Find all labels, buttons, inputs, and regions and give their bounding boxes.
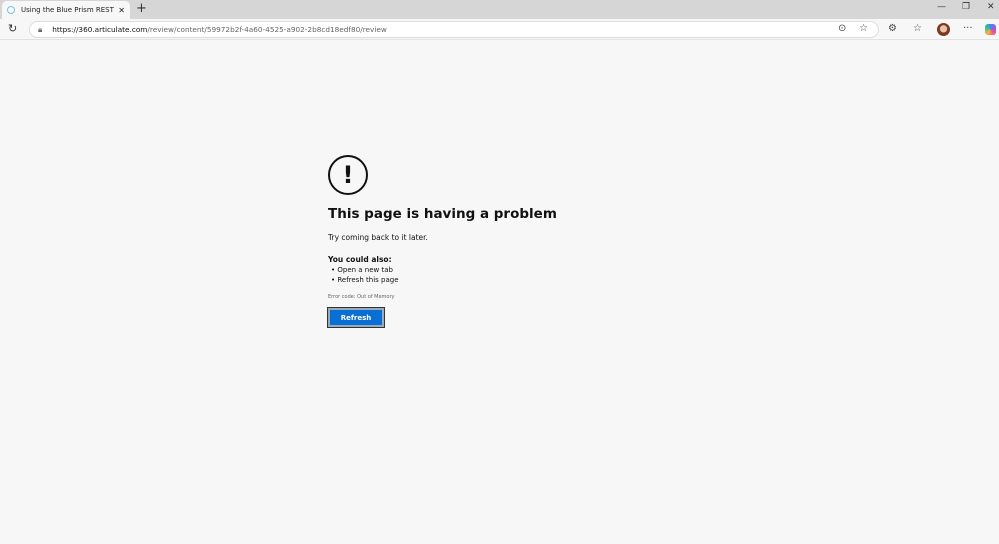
- tab-title: Using the Blue Prism RESTful API: [21, 6, 114, 14]
- refresh-button[interactable]: Refresh: [327, 307, 385, 328]
- browser-tab[interactable]: Using the Blue Prism RESTful API ✕: [2, 1, 130, 19]
- suggestion-item: Refresh this page: [328, 276, 557, 286]
- url-path: /review/content/59972b2f-4a60-4525-a902-…: [147, 25, 387, 34]
- address-bar[interactable]: 🔒︎ https://360.articulate.com/review/con…: [29, 21, 879, 38]
- copilot-icon[interactable]: [985, 24, 996, 35]
- profile-avatar[interactable]: [937, 23, 950, 36]
- suggestion-item: Open a new tab: [328, 266, 557, 276]
- favorites-icon[interactable]: ☆: [913, 23, 922, 34]
- suggestions-list: Open a new tab Refresh this page: [328, 266, 557, 285]
- error-page: ! This page is having a problem Try comi…: [327, 155, 557, 328]
- close-window-button[interactable]: ✕: [987, 2, 995, 12]
- suggestions-heading: You could also:: [328, 255, 392, 264]
- warning-icon: !: [328, 155, 368, 195]
- new-tab-button[interactable]: +: [136, 1, 147, 16]
- reload-icon[interactable]: ↻: [8, 22, 17, 35]
- extensions-icon[interactable]: ⚙: [888, 23, 897, 34]
- error-message: Try coming back to it later.: [328, 233, 428, 242]
- minimize-button[interactable]: —: [937, 2, 946, 12]
- more-menu-icon[interactable]: ···: [963, 23, 973, 34]
- error-title: This page is having a problem: [328, 206, 557, 222]
- close-tab-icon[interactable]: ✕: [118, 6, 125, 15]
- favorite-star-icon[interactable]: ☆: [859, 23, 868, 34]
- reading-mode-icon[interactable]: ⊙: [838, 23, 846, 34]
- url-host: https://360.articulate.com: [52, 25, 148, 34]
- tab-bar: Using the Blue Prism RESTful API ✕ + — ❐…: [0, 0, 999, 19]
- error-code: Error code: Out of Memory: [328, 294, 395, 300]
- lock-icon[interactable]: 🔒︎: [38, 25, 42, 35]
- loading-favicon-icon: [7, 6, 15, 14]
- restore-button[interactable]: ❐: [962, 2, 970, 12]
- toolbar: ↻ 🔒︎ https://360.articulate.com/review/c…: [0, 19, 999, 40]
